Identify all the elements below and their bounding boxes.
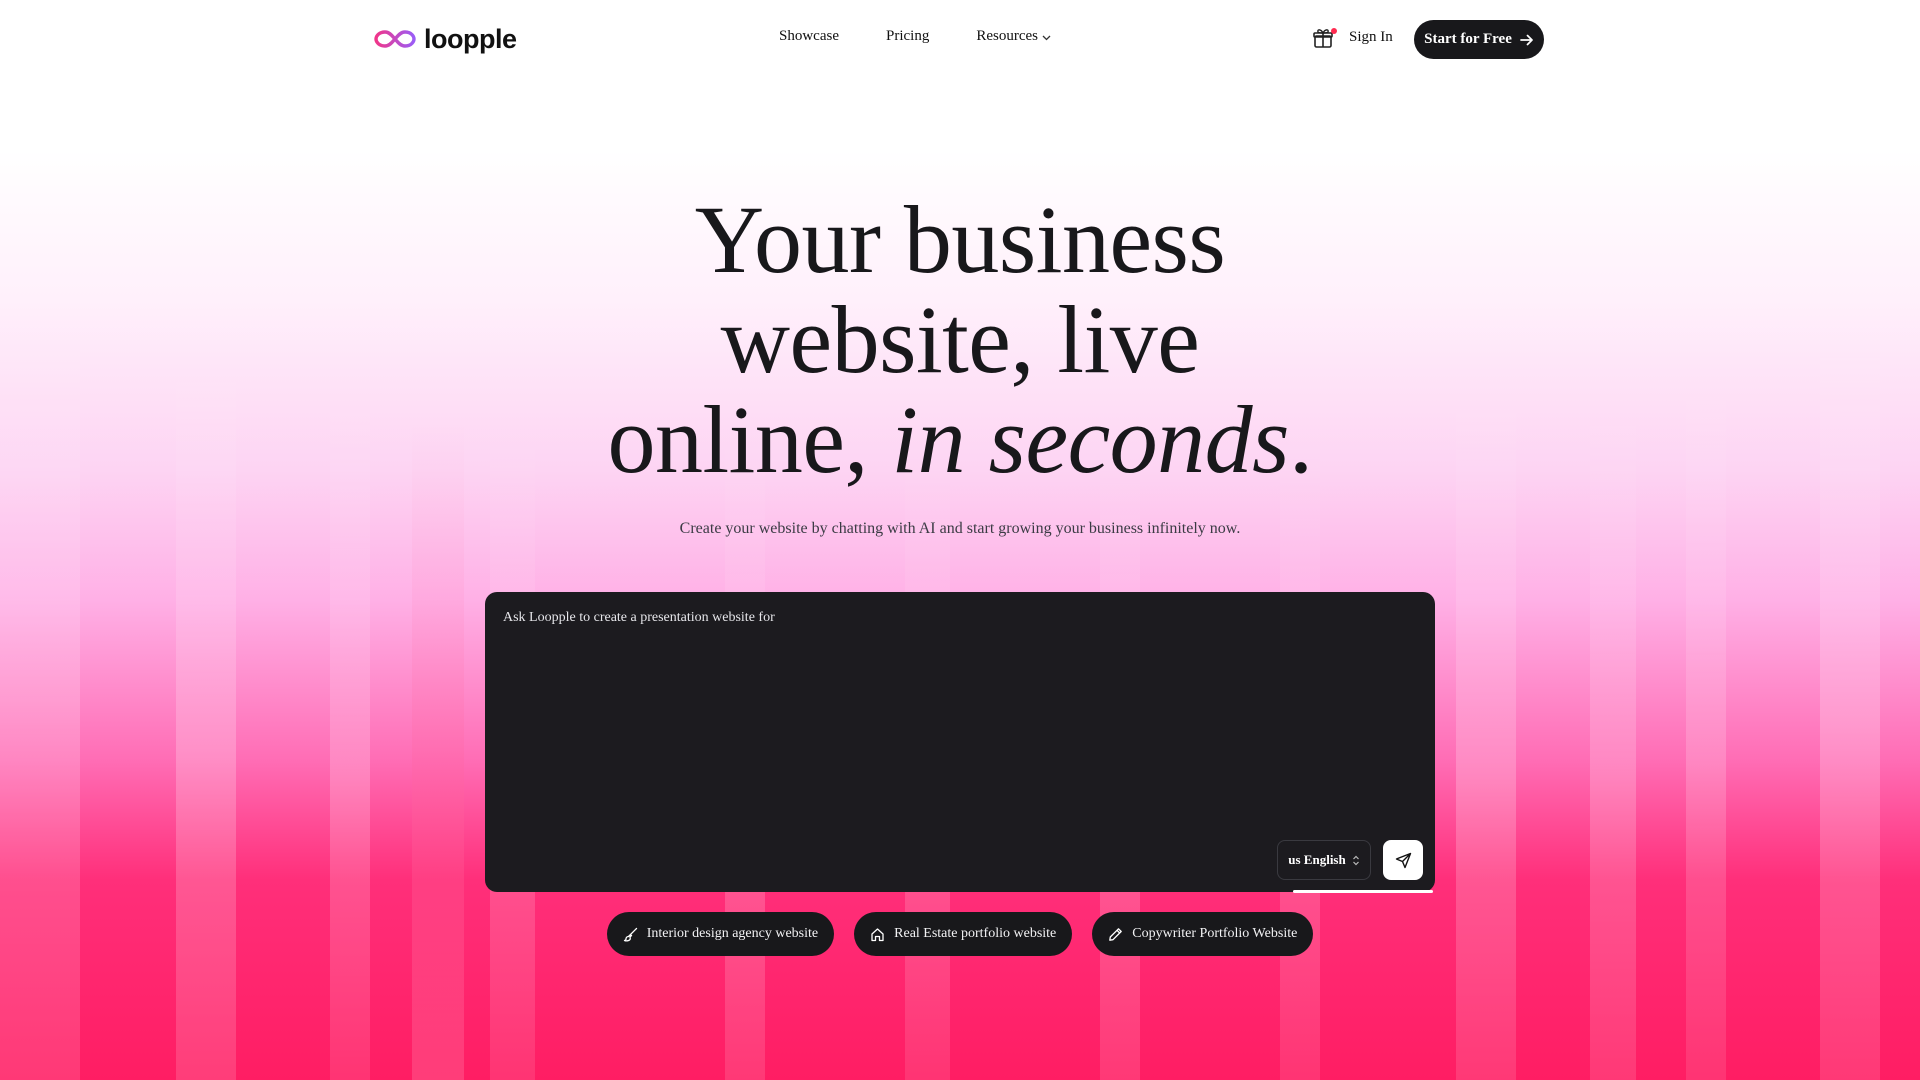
ai-prompt-box: us English [485,592,1435,892]
hero-line-3-italic: in seconds [891,386,1290,493]
start-for-free-label: Start for Free [1424,31,1512,47]
hero-line-1: Your business [694,186,1226,293]
notification-dot [1331,28,1337,34]
gift-icon[interactable] [1312,27,1337,51]
top-navigation-bar: loopple Showcase Pricing Resources Sign … [0,0,1920,80]
suggestion-chips: Interior design agency website Real Esta… [0,912,1920,956]
send-button[interactable] [1383,840,1423,880]
send-icon [1395,852,1411,868]
nav-item-label: Pricing [886,28,930,44]
nav-item-resources[interactable]: Resources [976,28,1051,45]
suggestion-chip-real-estate[interactable]: Real Estate portfolio website [854,912,1073,956]
prompt-box-accent-line [1293,890,1433,893]
suggestion-label: Copywriter Portfolio Website [1132,926,1298,941]
brand-name: loopple [424,23,517,54]
suggestion-label: Interior design agency website [646,926,819,941]
suggestion-label: Real Estate portfolio website [894,926,1057,941]
arrow-right-icon [1520,34,1533,45]
sign-in-link[interactable]: Sign In [1349,29,1393,46]
nav-item-label: Resources [976,28,1038,44]
hero-subtitle: Create your website by chatting with AI … [679,520,1241,537]
pen-icon [1109,927,1123,941]
brand-logo[interactable]: loopple [374,22,517,56]
start-for-free-button[interactable]: Start for Free [1414,20,1544,59]
language-select[interactable]: us English [1277,840,1371,880]
hero-line-3-period: . [1289,386,1313,493]
prompt-input[interactable] [501,608,1405,832]
hero-line-3: online, in seconds. [607,386,1313,493]
home-icon [871,927,884,941]
infinity-logo-icon [374,30,416,48]
nav-item-pricing[interactable]: Pricing [886,28,929,45]
hero-line-2: website, live [720,286,1200,393]
chevron-down-icon [1042,35,1051,40]
chevron-up-down-icon [1352,855,1359,865]
suggestion-chip-copywriter[interactable]: Copywriter Portfolio Website [1092,912,1314,956]
nav-item-showcase[interactable]: Showcase [779,28,839,45]
hero-headline: Your business website, live online, in s… [460,190,1460,490]
hero-line-3-plain: online, [607,386,892,493]
language-select-value: us English [1288,852,1346,867]
brush-icon [623,927,637,942]
main-nav: Showcase Pricing Resources [779,28,1051,45]
suggestion-chip-interior-design[interactable]: Interior design agency website [606,912,835,956]
nav-item-label: Showcase [779,28,839,44]
